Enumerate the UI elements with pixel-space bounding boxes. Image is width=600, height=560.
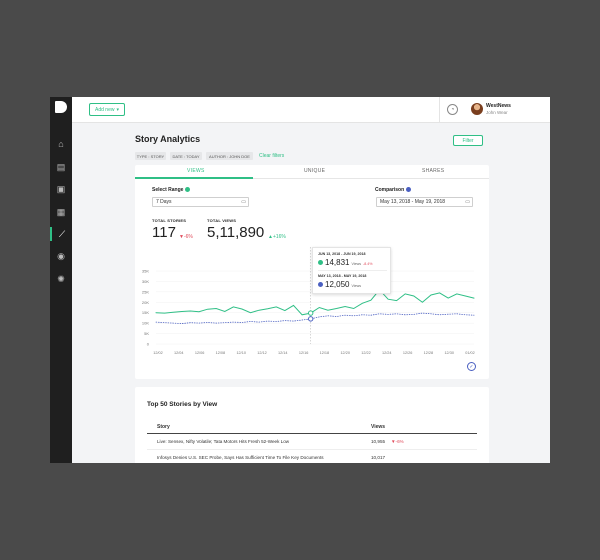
settings-icon[interactable]: ✺	[50, 272, 72, 286]
tab-active-indicator	[135, 177, 253, 179]
total-stories-value: 117	[152, 224, 176, 241]
check-circle-icon[interactable]: ✓	[467, 362, 476, 371]
top-bar: Add new ▾ ◔ WestNews John Wear	[72, 97, 550, 123]
table-title: Top 50 Stories by View	[147, 401, 218, 408]
range-select-value: 7 Days	[156, 199, 172, 205]
header-divider	[147, 433, 477, 434]
user-icon[interactable]: ◉	[50, 249, 72, 263]
total-stories-change: ▼-6%	[179, 234, 193, 240]
filter-chip-author[interactable]: AUTHOR : JOHN DOE	[206, 152, 253, 160]
filter-chip-date[interactable]: DATE : TODAY	[170, 152, 202, 160]
calendar-icon: ▭	[465, 199, 470, 205]
user-subtitle: John Wear	[486, 110, 508, 115]
document-icon[interactable]: ▦	[50, 205, 72, 219]
tooltip-value-2: 12,050	[325, 280, 350, 289]
comparison-select[interactable]: May 13, 2018 - May 19, 2018 ▭	[376, 197, 473, 207]
app-window: ⌂ ▤ ▣ ▦ ⟋ ◉ ✺ Add new ▾ ◔ WestNews John …	[50, 97, 550, 463]
row-divider	[147, 449, 477, 450]
table-row-change-text: -6%	[395, 439, 404, 444]
add-new-button[interactable]: Add new ▾	[89, 103, 125, 116]
tooltip-unit: Views	[351, 284, 361, 288]
divider	[439, 97, 440, 123]
tooltip-range-comparison: MAY 13, 2018 - MAY 19, 2018	[318, 274, 367, 278]
tooltip-divider	[318, 270, 387, 271]
tooltip-change: -8.4%	[363, 262, 373, 266]
filter-button[interactable]: Filter	[453, 135, 483, 146]
comparison-series-dot	[406, 187, 412, 193]
total-views-change: ▲+16%	[268, 234, 286, 240]
calendar-icon: ▭	[241, 199, 246, 205]
table-row-story[interactable]: Infosys Denies U.S. SEC Probe, Says Has …	[157, 455, 324, 460]
analytics-icon[interactable]: ⟋	[50, 227, 72, 241]
column-header-story: Story	[157, 424, 170, 430]
total-views-change-text: +16%	[272, 234, 286, 240]
total-views-label: TOTAL VIEWS	[207, 218, 237, 223]
image-icon[interactable]: ▣	[50, 182, 72, 196]
tab-unique[interactable]: UNIQUE	[304, 168, 325, 174]
top-stories-card: Top 50 Stories by View Story Views Live:…	[135, 387, 489, 463]
select-range-text: Select Range	[152, 187, 184, 193]
page-title: Story Analytics	[135, 134, 201, 144]
chart-tooltip: JUN 13, 2018 - JUN 19, 2018 14,831 Views…	[312, 247, 391, 294]
comparison-select-value: May 13, 2018 - May 19, 2018	[380, 199, 446, 205]
table-row-views: 10,955	[371, 439, 386, 444]
filter-chip-type[interactable]: TYPE : STORY	[135, 152, 166, 160]
comparison-label: Comparison	[375, 187, 412, 193]
tooltip-value-comparison: 12,050 Views	[318, 280, 361, 289]
calendar-icon[interactable]: ▤	[50, 160, 72, 174]
tooltip-range-current: JUN 13, 2018 - JUN 19, 2018	[318, 252, 366, 256]
total-stories-change-text: -6%	[183, 234, 193, 240]
table-row-views: 10,017	[371, 455, 386, 460]
range-select[interactable]: 7 Days ▭	[152, 197, 249, 207]
total-views-value: 5,11,890	[207, 224, 265, 241]
table-row-story[interactable]: Live: Sensex, Nifty Volatile; Tata Motor…	[157, 439, 289, 444]
comparison-series-dot	[318, 282, 323, 287]
column-header-views: Views	[371, 424, 386, 430]
total-stories-label: TOTAL STORIES	[152, 218, 187, 223]
tooltip-value-current: 14,831 Views -8.4%	[318, 258, 372, 267]
table-row-change: ▼-6%	[391, 439, 404, 444]
tooltip-unit: Views	[351, 262, 361, 266]
current-series-dot	[185, 187, 191, 193]
add-new-label: Add new	[95, 106, 115, 113]
app-logo	[55, 101, 67, 113]
tooltip-value-1: 14,831	[325, 258, 350, 267]
chevron-down-icon: ▾	[116, 106, 119, 113]
select-range-label: Select Range	[152, 187, 191, 193]
avatar[interactable]	[471, 103, 483, 115]
user-name: WestNews	[486, 103, 511, 109]
sidebar-rail: ⌂ ▤ ▣ ▦ ⟋ ◉ ✺	[50, 97, 72, 463]
home-icon[interactable]: ⌂	[50, 137, 72, 151]
current-series-dot	[318, 260, 323, 265]
tab-shares[interactable]: SHARES	[422, 168, 444, 174]
clear-filters-link[interactable]: Clear filters	[259, 153, 284, 159]
comparison-text: Comparison	[375, 187, 405, 193]
tab-views[interactable]: VIEWS	[187, 168, 205, 174]
notification-icon[interactable]: ◔	[447, 104, 458, 115]
